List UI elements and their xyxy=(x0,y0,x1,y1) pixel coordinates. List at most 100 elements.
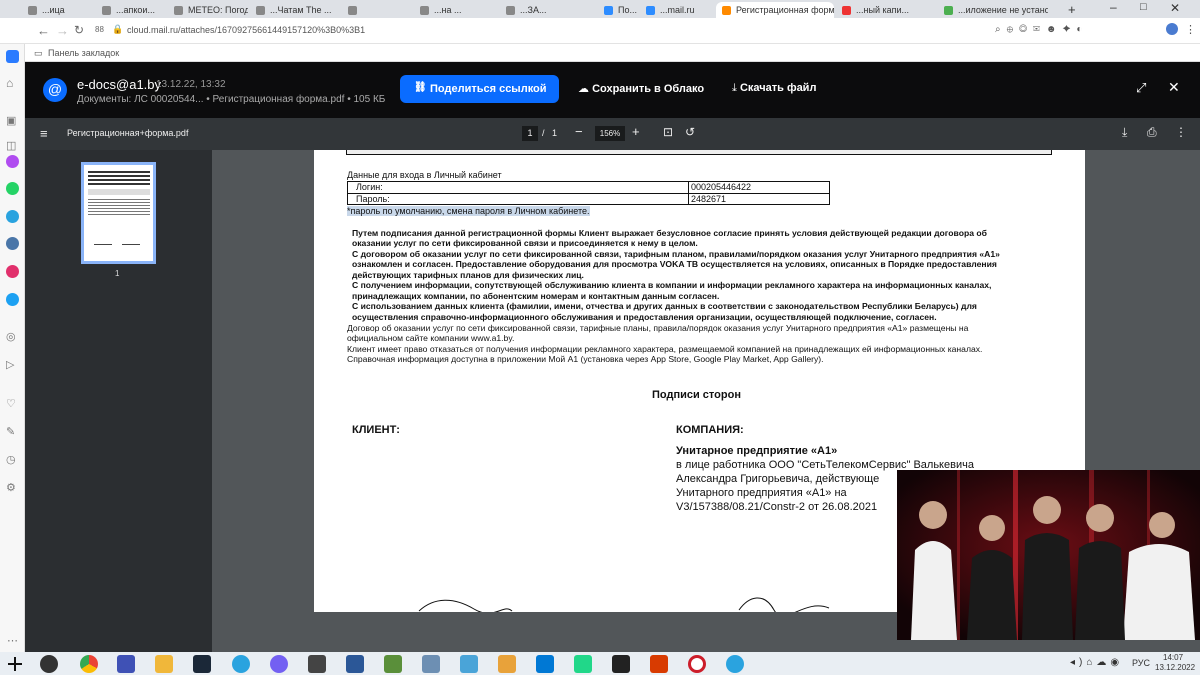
heart-icon[interactable]: ♡ xyxy=(6,397,16,410)
more-icon[interactable]: ⋯ xyxy=(7,634,18,647)
vscode-icon[interactable] xyxy=(536,655,554,673)
wallet-icon[interactable]: ▣ xyxy=(6,114,16,127)
favicon-icon xyxy=(174,6,183,15)
mail-logo-icon: @ xyxy=(43,78,67,102)
close-viewer-icon[interactable]: ✕ xyxy=(1168,79,1180,96)
reload-icon[interactable]: ↻ xyxy=(74,23,84,37)
instagram-icon[interactable] xyxy=(6,265,19,278)
alarm-app-icon[interactable] xyxy=(40,655,58,673)
windows-start-icon[interactable] xyxy=(8,657,22,671)
extension-icons[interactable]: ⌕⊕◎✉☻✦◐ xyxy=(995,24,1145,35)
zoom-in-button[interactable]: + xyxy=(632,124,640,139)
tray-icons[interactable]: ◂)⌂☁◉ xyxy=(1070,657,1123,668)
page-number-input[interactable]: 1 xyxy=(522,126,538,141)
telegram-desktop-icon[interactable] xyxy=(726,655,744,673)
favicon-icon xyxy=(604,6,613,15)
zoom-out-button[interactable]: − xyxy=(575,124,583,139)
save-app-icon[interactable] xyxy=(117,655,135,673)
share-link-button[interactable]: ⛓ Поделиться ссылкой xyxy=(400,75,559,103)
download-pdf-icon[interactable]: ⤓ xyxy=(1122,125,1127,140)
apps-icon[interactable]: 88 xyxy=(95,25,104,34)
signatures-title: Подписи сторон xyxy=(652,389,741,401)
forward-icon[interactable]: → xyxy=(56,23,69,38)
tab-2[interactable]: ...апкои... xyxy=(96,2,166,18)
message-date: 13.12.22, 13:32 xyxy=(156,79,226,90)
terms-line: действующих тарифных планов для физическ… xyxy=(352,270,584,280)
tab-7[interactable]: ...ЗА... xyxy=(500,2,586,18)
settings-icon[interactable]: ⚙ xyxy=(6,481,16,494)
tab-6[interactable]: ...на ... xyxy=(414,2,484,18)
player-icon[interactable]: ◎ xyxy=(6,330,16,343)
address-bar: ← → ↻ 88 🔒 cloud.mail.ru/attaches/167092… xyxy=(0,18,1200,44)
client-signature xyxy=(418,599,513,612)
pycharm-icon[interactable] xyxy=(574,655,592,673)
bookmarks-label[interactable]: Панель закладок xyxy=(48,48,119,58)
company-name: Унитарное предприятие «А1» xyxy=(676,445,838,457)
thumb-signature xyxy=(122,241,140,245)
fullscreen-icon[interactable]: ⤢ xyxy=(1136,80,1146,96)
print-icon[interactable]: ⎙ xyxy=(1147,125,1157,140)
tab-5[interactable] xyxy=(342,2,412,18)
sidebar-toggle-icon[interactable]: ≡ xyxy=(40,126,48,141)
tab-3[interactable]: МЕТЕО: Погод... xyxy=(168,2,248,18)
clock-date[interactable]: 13.12.2022 xyxy=(1155,663,1195,672)
rotate-icon[interactable]: ↺ xyxy=(685,125,695,139)
whatsapp-icon[interactable] xyxy=(6,182,19,195)
viewer-header: @ e-docs@a1.by 13.12.22, 13:32 Документы… xyxy=(25,62,1200,118)
minimize-icon[interactable]: – xyxy=(1110,0,1117,14)
favicon-icon xyxy=(944,6,953,15)
clock-time[interactable]: 14:07 xyxy=(1163,653,1183,662)
fit-page-icon[interactable]: ⊡ xyxy=(663,125,673,139)
mail-icon[interactable] xyxy=(6,50,19,63)
calculator-icon[interactable] xyxy=(308,655,326,673)
computer-icon[interactable] xyxy=(422,655,440,673)
url-field[interactable]: cloud.mail.ru/attaches/16709275661449157… xyxy=(127,25,365,35)
more-options-icon[interactable]: ⋮ xyxy=(1175,125,1187,139)
bag-icon[interactable]: ◫ xyxy=(6,139,16,152)
game-icon[interactable] xyxy=(384,655,402,673)
notes-icon[interactable] xyxy=(460,655,478,673)
menu-icon[interactable]: ⋮ xyxy=(1185,23,1196,36)
new-tab-button[interactable]: + xyxy=(1068,2,1076,17)
paint-icon[interactable] xyxy=(498,655,516,673)
tab-4[interactable]: ...Чатам The ... xyxy=(250,2,340,18)
maximize-icon[interactable]: □ xyxy=(1140,1,1147,13)
telegram-icon[interactable] xyxy=(6,210,19,223)
vk-icon[interactable] xyxy=(6,237,19,250)
login-value: 000205446422 xyxy=(691,182,752,192)
language-indicator[interactable]: РУС xyxy=(1132,658,1150,668)
messenger-icon[interactable] xyxy=(6,155,19,168)
telegram-taskbar-icon[interactable] xyxy=(232,655,250,673)
twitter-icon[interactable] xyxy=(6,293,19,306)
tab-11[interactable]: ...ный капи... xyxy=(836,2,936,18)
office-icon[interactable] xyxy=(650,655,668,673)
chrome-icon[interactable] xyxy=(80,655,98,673)
notice-line: официальном сайте компании www.a1.by. xyxy=(347,333,515,343)
ryzen-icon[interactable] xyxy=(612,655,630,673)
send-icon[interactable]: ▷ xyxy=(6,358,14,371)
close-window-icon[interactable]: ✕ xyxy=(1170,1,1180,15)
page-thumbnail[interactable] xyxy=(81,162,156,264)
video-miniplayer[interactable] xyxy=(897,470,1200,640)
file-explorer-icon[interactable] xyxy=(155,655,173,673)
back-icon[interactable]: ← xyxy=(37,23,50,38)
app-grid-icon[interactable] xyxy=(346,655,364,673)
tab-12[interactable]: ...иложение не устано... xyxy=(938,2,1048,18)
terms-line: Путем подписания данной регистрационной … xyxy=(352,228,987,238)
tab-1[interactable]: ...ица xyxy=(22,2,94,18)
tab-9[interactable]: ...mail.ru xyxy=(640,2,708,18)
download-file-button[interactable]: ⤓ Скачать файл xyxy=(732,82,816,95)
favicon-icon xyxy=(256,6,265,15)
history-icon[interactable]: ◷ xyxy=(6,453,16,466)
favicon-icon xyxy=(506,6,515,15)
opera-icon[interactable] xyxy=(688,655,706,673)
profile-avatar[interactable] xyxy=(1166,23,1178,35)
home-icon[interactable]: ⌂ xyxy=(6,76,13,90)
edit-icon[interactable]: ✎ xyxy=(6,425,15,438)
viber-icon[interactable] xyxy=(270,655,288,673)
steam-icon[interactable] xyxy=(193,655,211,673)
tab-active[interactable]: Регистрационная форм xyxy=(716,2,834,18)
zoom-input[interactable]: 156% xyxy=(595,126,625,141)
save-cloud-button[interactable]: ☁ Сохранить в Облако xyxy=(578,82,704,95)
tab-8[interactable]: По... xyxy=(598,2,638,18)
